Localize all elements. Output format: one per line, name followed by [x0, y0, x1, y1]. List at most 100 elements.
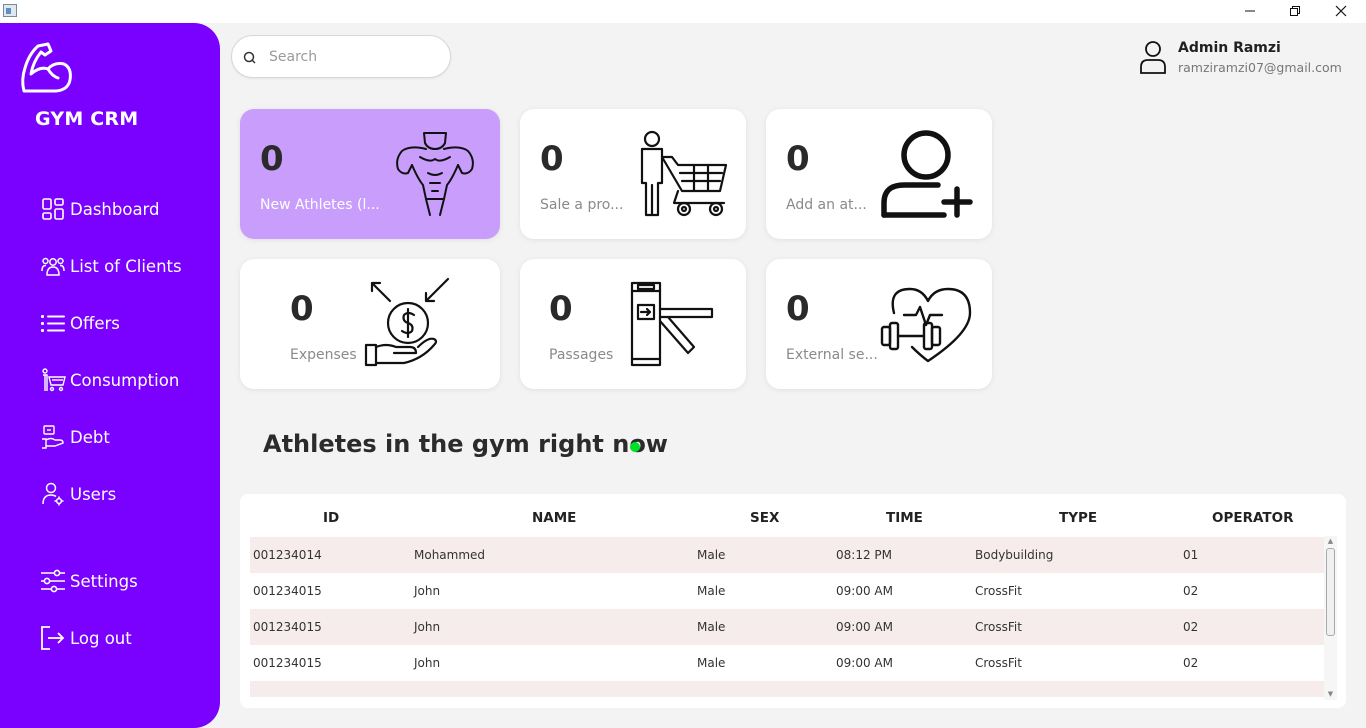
column-header-time[interactable]: TIME	[886, 510, 923, 526]
search-input[interactable]	[269, 46, 439, 68]
card-count: 0	[549, 289, 573, 329]
cell-operator: 02	[1183, 620, 1199, 634]
sidebar-item-label: Settings	[70, 571, 138, 591]
sidebar-item-label: Offers	[70, 313, 120, 333]
search-icon	[243, 51, 256, 64]
sidebar-item-debt[interactable]: Debt	[40, 422, 110, 452]
card-label: Expenses	[290, 347, 357, 363]
cell-name: John	[414, 620, 441, 634]
column-header-name[interactable]: NAME	[532, 510, 576, 526]
card-label: External se...	[786, 347, 878, 363]
card-label: Sale a pro...	[540, 197, 624, 213]
minimize-button[interactable]	[1227, 0, 1273, 22]
table-row-partial	[250, 681, 1324, 697]
cell-type: CrossFit	[975, 620, 1022, 634]
cell-id: 001234015	[253, 620, 322, 634]
user-email: ramziramzi07@gmail.com	[1178, 60, 1342, 75]
column-header-type[interactable]: TYPE	[1059, 510, 1097, 526]
cell-id: 001234014	[253, 548, 322, 562]
user-avatar-icon[interactable]	[1139, 40, 1167, 74]
cell-sex: Male	[697, 548, 726, 562]
debt-hand-icon	[40, 424, 66, 450]
scroll-down-arrow-icon[interactable]: ▼	[1326, 690, 1335, 699]
cell-time: 09:00 AM	[836, 620, 893, 634]
cell-operator: 01	[1183, 548, 1199, 562]
window-titlebar	[0, 0, 1366, 23]
cell-sex: Male	[697, 656, 726, 670]
cell-id: 001234015	[253, 584, 322, 598]
card-passages[interactable]: 0 Passages	[520, 259, 746, 389]
table-scrollbar[interactable]: ▲ ▼	[1324, 536, 1337, 700]
cell-name: John	[414, 584, 441, 598]
card-label: New Athletes (l...	[260, 197, 380, 213]
column-header-id[interactable]: ID	[323, 510, 339, 526]
scroll-up-arrow-icon[interactable]: ▲	[1326, 537, 1335, 546]
sidebar: GYM CRM Dashboard List of Clients Offers…	[0, 23, 220, 728]
cell-id: 001234015	[253, 656, 322, 670]
heart-dumbbell-icon	[880, 287, 972, 363]
column-header-operator[interactable]: OPERATOR	[1212, 510, 1293, 526]
table-row[interactable]: 001234015 John Male 09:00 AM CrossFit 02	[250, 573, 1324, 609]
card-new-athletes[interactable]: 0 New Athletes (l...	[240, 109, 500, 239]
expenses-coin-hand-icon	[364, 277, 450, 367]
cell-sex: Male	[697, 584, 726, 598]
cell-operator: 02	[1183, 584, 1199, 598]
cell-time: 09:00 AM	[836, 656, 893, 670]
shopper-cart-icon	[40, 367, 66, 393]
restore-button[interactable]	[1272, 0, 1318, 22]
sidebar-item-label: Consumption	[70, 370, 180, 390]
card-count: 0	[786, 139, 810, 179]
table-row[interactable]: 001234015 John Male 09:00 AM CrossFit 02	[250, 645, 1324, 681]
cell-type: CrossFit	[975, 656, 1022, 670]
sidebar-item-label: List of Clients	[70, 256, 182, 276]
column-header-sex[interactable]: SEX	[750, 510, 779, 526]
card-expenses[interactable]: 0 Expenses	[240, 259, 500, 389]
bodybuilder-icon	[396, 132, 474, 216]
add-user-icon	[881, 130, 973, 218]
sidebar-item-log-out[interactable]: Log out	[40, 623, 132, 653]
sidebar-item-offers[interactable]: Offers	[40, 308, 120, 338]
card-count: 0	[540, 139, 564, 179]
cell-time: 08:12 PM	[836, 548, 892, 562]
sidebar-item-label: Debt	[70, 427, 110, 447]
table-row[interactable]: 001234014 Mohammed Male 08:12 PM Bodybui…	[250, 537, 1324, 573]
scrollbar-thumb[interactable]	[1326, 548, 1335, 636]
card-external-services[interactable]: 0 External se...	[766, 259, 992, 389]
sidebar-item-label: Users	[70, 484, 117, 504]
logout-icon	[40, 625, 66, 651]
cell-sex: Male	[697, 620, 726, 634]
list-icon	[40, 310, 66, 336]
sidebar-item-settings[interactable]: Settings	[40, 566, 138, 596]
athletes-table: ID NAME SEX TIME TYPE OPERATOR 001234014…	[240, 494, 1346, 708]
card-label: Passages	[549, 347, 614, 363]
user-gear-icon	[40, 481, 66, 507]
user-name: Admin Ramzi	[1178, 40, 1281, 56]
sidebar-item-list-of-clients[interactable]: List of Clients	[40, 251, 182, 281]
sidebar-item-label: Dashboard	[70, 199, 160, 219]
card-label: Add an at...	[786, 197, 867, 213]
flexed-arm-logo-icon	[21, 42, 72, 93]
card-sale-product[interactable]: 0 Sale a pro...	[520, 109, 746, 239]
sidebar-item-users[interactable]: Users	[40, 479, 116, 509]
brand-title: GYM CRM	[35, 108, 139, 130]
sliders-icon	[40, 568, 66, 594]
shopping-cart-person-icon	[640, 130, 728, 217]
cell-operator: 02	[1183, 656, 1199, 670]
section-title: Athletes in the gym right now	[263, 430, 668, 458]
card-add-athlete[interactable]: 0 Add an at...	[766, 109, 992, 239]
close-button[interactable]	[1318, 0, 1364, 22]
card-count: 0	[260, 139, 284, 179]
cell-name: Mohammed	[414, 548, 486, 562]
app-window-icon	[3, 4, 17, 17]
dashboard-grid-icon	[40, 196, 66, 222]
live-status-dot	[630, 442, 640, 452]
sidebar-item-consumption[interactable]: Consumption	[40, 365, 179, 395]
search-box[interactable]	[231, 35, 451, 78]
card-count: 0	[786, 289, 810, 329]
cell-type: Bodybuilding	[975, 548, 1054, 562]
cell-name: John	[414, 656, 441, 670]
table-row[interactable]: 001234015 John Male 09:00 AM CrossFit 02	[250, 609, 1324, 645]
sidebar-item-dashboard[interactable]: Dashboard	[40, 194, 160, 224]
card-count: 0	[290, 289, 314, 329]
cell-time: 09:00 AM	[836, 584, 893, 598]
